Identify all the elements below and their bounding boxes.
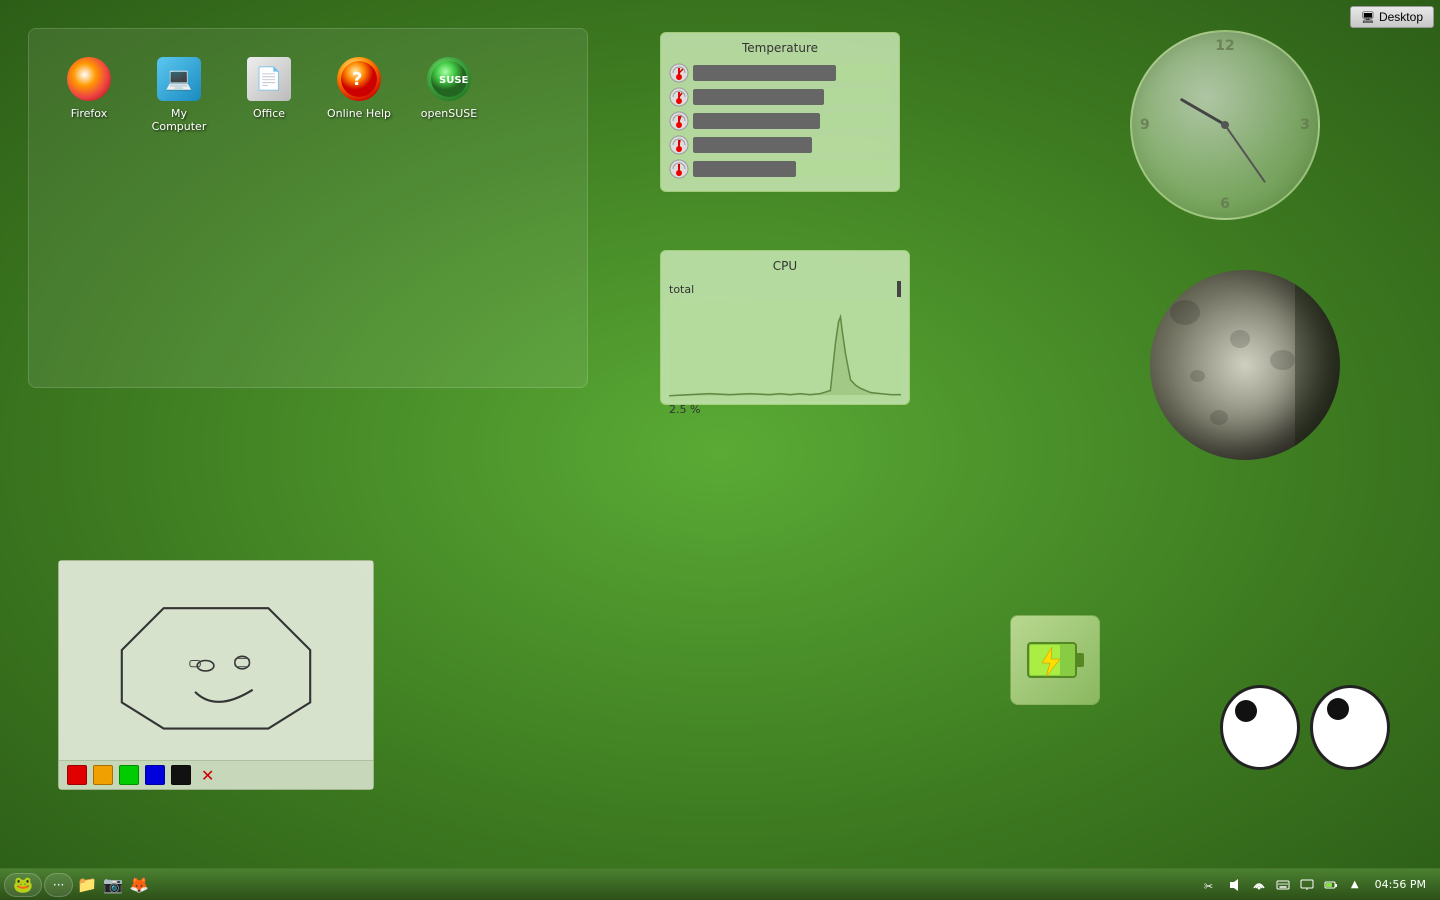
mycomputer-label: My Computer (145, 107, 213, 133)
opensuse-label: openSUSE (421, 107, 477, 120)
mycomputer-icon: 💻 (155, 55, 203, 103)
desktop-icon-small: 🖥 (1361, 11, 1375, 24)
firefox-label: Firefox (71, 107, 107, 120)
cpu-title: CPU (669, 259, 901, 273)
opensuse-icon: SUSE (425, 55, 473, 103)
tray-scissors-icon[interactable]: ✂ (1201, 875, 1221, 895)
office-icon: 📄 (245, 55, 293, 103)
svg-text:✂: ✂ (1204, 880, 1213, 892)
firefox-icon (65, 55, 113, 103)
gauge-icon-2 (669, 111, 689, 131)
temp-row-1 (669, 87, 891, 107)
sketch-close-button[interactable]: ✕ (201, 766, 214, 785)
cpu-total-label: total (669, 283, 694, 296)
temp-row-2 (669, 111, 891, 131)
clock-num-3: 3 (1300, 117, 1310, 133)
clock-hour-hand (1179, 98, 1226, 127)
gauge-icon-0 (669, 63, 689, 83)
icon-mycomputer[interactable]: 💻 My Computer (139, 49, 219, 139)
taskbar-start-button[interactable]: 🐸 (4, 873, 42, 897)
temp-row-4 (669, 159, 891, 179)
color-blue[interactable] (145, 765, 165, 785)
pupil-left (1235, 700, 1257, 722)
tray-keyboard-icon[interactable] (1273, 875, 1293, 895)
clock-num-6: 6 (1220, 196, 1230, 212)
desktop: 🖥 Desktop Firefox 💻 My Computer 📄 Office (0, 0, 1440, 900)
icons-panel: Firefox 💻 My Computer 📄 Office (28, 28, 588, 388)
eye-left (1220, 685, 1300, 770)
sketch-toolbar: ✕ (59, 760, 373, 789)
filemanager-icon: 📁 (77, 875, 97, 894)
onlinehelp-label: Online Help (327, 107, 391, 120)
taskbar-browser[interactable]: 🦊 (127, 873, 151, 897)
clock-minute-hand (1224, 124, 1266, 182)
tray-network-icon[interactable] (1249, 875, 1269, 895)
clock-face: 12 3 6 9 (1130, 30, 1320, 220)
battery-widget (1010, 615, 1100, 705)
taskbar: 🐸 ··· 📁 📷 🦊 ✂ (0, 868, 1440, 900)
sketch-widget: ✕ (58, 560, 374, 790)
taskbar-filemanager[interactable]: 📁 (75, 873, 99, 897)
pupil-right (1327, 698, 1349, 720)
moon-image (1150, 270, 1340, 460)
cpu-graph (669, 301, 901, 401)
gauge-icon-1 (669, 87, 689, 107)
icon-opensuse[interactable]: SUSE openSUSE (409, 49, 489, 139)
capture-icon: 📷 (103, 875, 123, 894)
sketch-canvas[interactable] (59, 561, 373, 760)
gauge-icon-4 (669, 159, 689, 179)
color-orange[interactable] (93, 765, 113, 785)
icon-office[interactable]: 📄 Office (229, 49, 309, 139)
color-green[interactable] (119, 765, 139, 785)
sketch-drawing (59, 561, 373, 760)
clock-widget: 12 3 6 9 (1130, 30, 1320, 220)
clock-center (1221, 121, 1229, 129)
taskbar-dots[interactable]: ··· (44, 873, 73, 897)
tray-audio-icon[interactable] (1225, 875, 1245, 895)
tray-display-icon[interactable] (1297, 875, 1317, 895)
desktop-button[interactable]: 🖥 Desktop (1350, 6, 1434, 28)
cpu-bar-indicator (897, 281, 901, 297)
office-label: Office (253, 107, 285, 120)
browser-icon: 🦊 (129, 875, 149, 894)
eyes-widget (1220, 685, 1390, 770)
temp-row-0 (669, 63, 891, 83)
svg-text:?: ? (352, 69, 362, 90)
color-red[interactable] (67, 765, 87, 785)
icon-onlinehelp[interactable]: ? Online Help (319, 49, 399, 139)
dots-label: ··· (53, 878, 64, 892)
clock-num-9: 9 (1140, 117, 1150, 133)
onlinehelp-icon: ? (335, 55, 383, 103)
system-tray: ✂ (1201, 875, 1436, 895)
start-icon: 🐸 (13, 875, 33, 894)
temp-row-3 (669, 135, 891, 155)
gauge-icon-3 (669, 135, 689, 155)
temp-title: Temperature (669, 41, 891, 55)
tray-arrow-icon[interactable]: ▲ (1345, 875, 1365, 895)
eye-right (1310, 685, 1390, 770)
moon-widget (1150, 270, 1340, 460)
cpu-widget: CPU total 2.5 % (660, 250, 910, 405)
cpu-percent: 2.5 % (669, 403, 901, 416)
svg-text:SUSE: SUSE (439, 75, 469, 86)
icon-firefox[interactable]: Firefox (49, 49, 129, 139)
temperature-widget: Temperature (660, 32, 900, 192)
color-black[interactable] (171, 765, 191, 785)
taskbar-time: 04:56 PM (1369, 878, 1432, 891)
desktop-button-label: Desktop (1379, 10, 1423, 24)
clock-num-12: 12 (1215, 38, 1234, 54)
battery-icon (1020, 625, 1090, 695)
taskbar-capture[interactable]: 📷 (101, 873, 125, 897)
tray-battery-icon[interactable] (1321, 875, 1341, 895)
